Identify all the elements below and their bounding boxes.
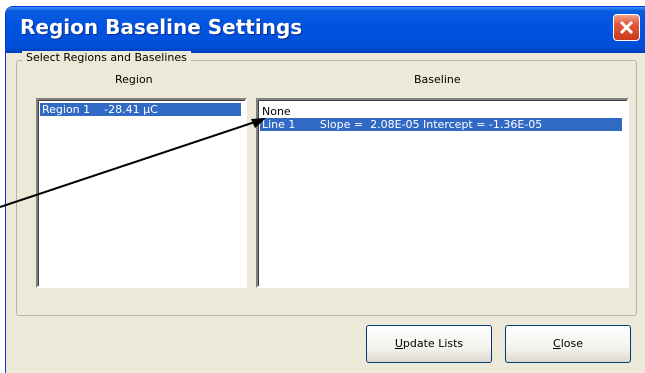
arrow-annotation	[0, 118, 266, 208]
